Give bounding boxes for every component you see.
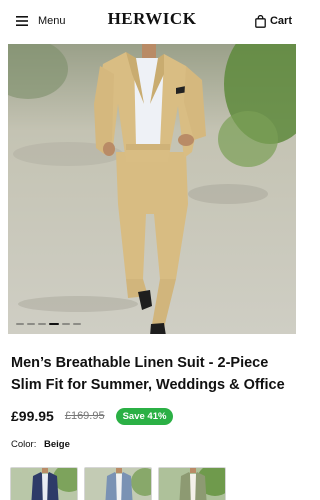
color-swatches	[10, 467, 226, 500]
color-swatch-navy[interactable]	[10, 467, 78, 500]
color-swatch-green[interactable]	[158, 467, 226, 500]
price-row: £99.95 £169.95 Save 41%	[11, 406, 174, 426]
gallery-dot[interactable]	[38, 323, 46, 325]
gallery-dot[interactable]	[62, 323, 70, 325]
shopping-bag-icon	[255, 14, 266, 28]
color-swatch-blue[interactable]	[84, 467, 152, 500]
swatch-thumbnail	[11, 468, 77, 500]
original-price: £169.95	[64, 410, 105, 422]
hamburger-icon	[16, 16, 28, 26]
gallery-dot[interactable]	[73, 323, 81, 325]
cart-button[interactable]: Cart	[255, 12, 292, 30]
menu-button[interactable]: Menu	[16, 12, 66, 30]
swatch-thumbnail	[85, 468, 151, 500]
swatch-thumbnail	[159, 468, 225, 500]
gallery-pagination	[16, 323, 81, 325]
product-title: Men’s Breathable Linen Suit - 2-Piece Sl…	[11, 355, 285, 393]
discount-badge: Save 41%	[115, 407, 174, 425]
site-header: Menu HERWICK Cart	[0, 0, 304, 42]
gallery-dot[interactable]	[27, 323, 35, 325]
menu-label: Menu	[38, 15, 66, 27]
color-selection-label: Color: Beige	[11, 439, 70, 450]
current-price: £99.95	[11, 408, 54, 424]
gallery-dot[interactable]	[16, 323, 24, 325]
product-image-gallery[interactable]	[8, 44, 296, 334]
product-photo	[8, 44, 296, 334]
cart-label: Cart	[269, 15, 292, 27]
selected-color: Beige	[43, 439, 70, 450]
gallery-dot-active[interactable]	[49, 323, 59, 325]
color-label: Color:	[11, 439, 37, 450]
